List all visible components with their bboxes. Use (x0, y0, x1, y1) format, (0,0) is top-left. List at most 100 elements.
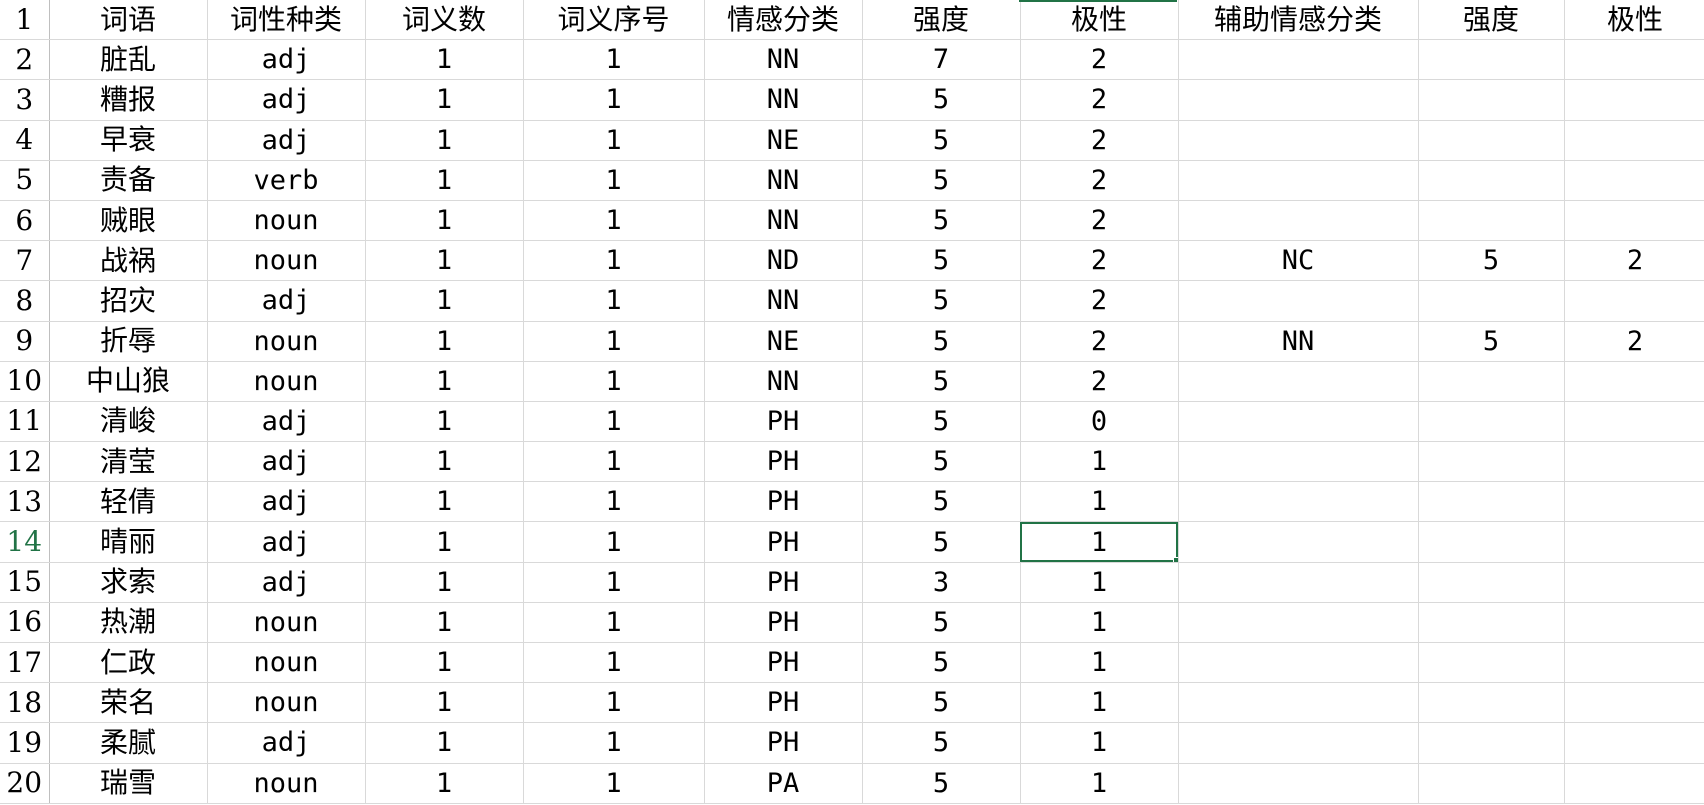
cell[interactable]: NE (704, 321, 863, 362)
cell[interactable]: 2 (1020, 240, 1179, 282)
cell[interactable]: 1 (523, 280, 705, 322)
cell[interactable] (1564, 361, 1704, 402)
cell[interactable]: PH (704, 401, 863, 443)
cell[interactable]: NN (704, 160, 863, 201)
cell[interactable]: 1 (365, 321, 524, 362)
cell[interactable]: 1 (523, 602, 705, 644)
cell[interactable]: 1 (523, 321, 705, 362)
cell[interactable]: 1 (1020, 441, 1179, 483)
cell[interactable]: PH (704, 481, 863, 523)
cell[interactable]: 1 (365, 39, 524, 81)
cell[interactable]: 5 (862, 280, 1021, 322)
cell[interactable]: noun (207, 200, 366, 242)
cell[interactable]: 1 (365, 280, 524, 322)
cell[interactable] (1564, 763, 1704, 804)
cell[interactable]: 0 (1020, 401, 1179, 443)
cell[interactable]: 1 (1020, 481, 1179, 523)
cell[interactable]: NN (704, 200, 863, 242)
cell[interactable]: 1 (523, 79, 705, 121)
row-header[interactable]: 11 (0, 401, 50, 443)
cell[interactable]: 强度 (862, 0, 1021, 41)
cell[interactable]: 5 (862, 481, 1021, 523)
cell[interactable]: 1 (365, 160, 524, 201)
cell[interactable]: 1 (365, 642, 524, 684)
cell[interactable]: adj (207, 722, 366, 764)
cell[interactable] (1178, 521, 1419, 563)
row-header[interactable]: 8 (0, 280, 50, 322)
row-header[interactable]: 10 (0, 361, 50, 402)
cell[interactable] (1178, 401, 1419, 443)
spreadsheet-grid[interactable]: 1 词语 词性种类 词义数 词义序号 情感分类 强度 极性 辅助情感分类 强度 极性 2 脏乱 adj 1 1… (0, 0, 1704, 805)
cell[interactable] (1564, 401, 1704, 443)
cell[interactable] (1418, 79, 1565, 121)
cell[interactable] (1564, 441, 1704, 483)
cell[interactable]: noun (207, 763, 366, 804)
cell[interactable]: 荣名 (49, 682, 208, 724)
cell[interactable] (1418, 682, 1565, 724)
cell[interactable]: 1 (523, 722, 705, 764)
cell[interactable] (1564, 120, 1704, 161)
cell[interactable]: 轻倩 (49, 481, 208, 523)
cell[interactable] (1564, 280, 1704, 322)
cell[interactable] (1178, 441, 1419, 483)
cell[interactable]: 清莹 (49, 441, 208, 483)
cell[interactable]: 5 (862, 361, 1021, 402)
cell[interactable]: 求索 (49, 562, 208, 603)
cell[interactable]: 极性 (1564, 0, 1704, 41)
cell[interactable]: 1 (1020, 682, 1179, 724)
cell[interactable]: 1 (1020, 602, 1179, 644)
row-header[interactable]: 4 (0, 120, 50, 161)
cell[interactable]: 中山狼 (49, 361, 208, 402)
cell[interactable]: 1 (523, 361, 705, 402)
cell[interactable]: 1 (523, 240, 705, 282)
cell[interactable] (1178, 39, 1419, 81)
cell[interactable] (1178, 682, 1419, 724)
cell[interactable] (1564, 481, 1704, 523)
row-header[interactable]: 9 (0, 321, 50, 362)
cell[interactable]: NN (704, 79, 863, 121)
cell[interactable]: 柔腻 (49, 722, 208, 764)
cell[interactable]: noun (207, 321, 366, 362)
cell[interactable]: 极性 (1020, 0, 1179, 41)
cell[interactable]: 2 (1020, 160, 1179, 201)
cell[interactable]: 1 (523, 160, 705, 201)
cell[interactable]: 1 (523, 481, 705, 523)
cell[interactable] (1178, 562, 1419, 603)
cell[interactable]: PH (704, 521, 863, 563)
cell[interactable]: 折辱 (49, 321, 208, 362)
cell[interactable] (1564, 79, 1704, 121)
cell[interactable]: adj (207, 120, 366, 161)
cell[interactable] (1178, 200, 1419, 242)
cell[interactable]: 1 (365, 200, 524, 242)
cell[interactable]: NN (704, 39, 863, 81)
cell[interactable]: 糟报 (49, 79, 208, 121)
row-header[interactable]: 12 (0, 441, 50, 483)
cell[interactable]: verb (207, 160, 366, 201)
cell[interactable]: 1 (1020, 642, 1179, 684)
cell[interactable]: 2 (1020, 280, 1179, 322)
cell[interactable] (1178, 642, 1419, 684)
cell[interactable]: 1 (365, 763, 524, 804)
cell[interactable]: NN (1178, 321, 1419, 362)
cell[interactable]: 5 (862, 401, 1021, 443)
cell[interactable] (1418, 160, 1565, 201)
cell[interactable] (1564, 722, 1704, 764)
cell[interactable]: ND (704, 240, 863, 282)
cell[interactable] (1418, 39, 1565, 81)
cell[interactable]: PH (704, 642, 863, 684)
cell[interactable]: 1 (523, 120, 705, 161)
cell[interactable] (1418, 441, 1565, 483)
cell[interactable]: 5 (862, 682, 1021, 724)
cell[interactable]: 1 (365, 441, 524, 483)
cell[interactable] (1178, 481, 1419, 523)
cell[interactable] (1564, 200, 1704, 242)
cell[interactable]: 5 (862, 722, 1021, 764)
row-header[interactable]: 7 (0, 240, 50, 282)
cell[interactable]: 辅助情感分类 (1178, 0, 1419, 41)
row-header[interactable]: 1 (0, 0, 50, 41)
cell[interactable]: 早衰 (49, 120, 208, 161)
row-header[interactable]: 2 (0, 39, 50, 81)
cell[interactable] (1178, 602, 1419, 644)
cell[interactable]: 5 (862, 521, 1021, 563)
cell[interactable]: 2 (1020, 79, 1179, 121)
